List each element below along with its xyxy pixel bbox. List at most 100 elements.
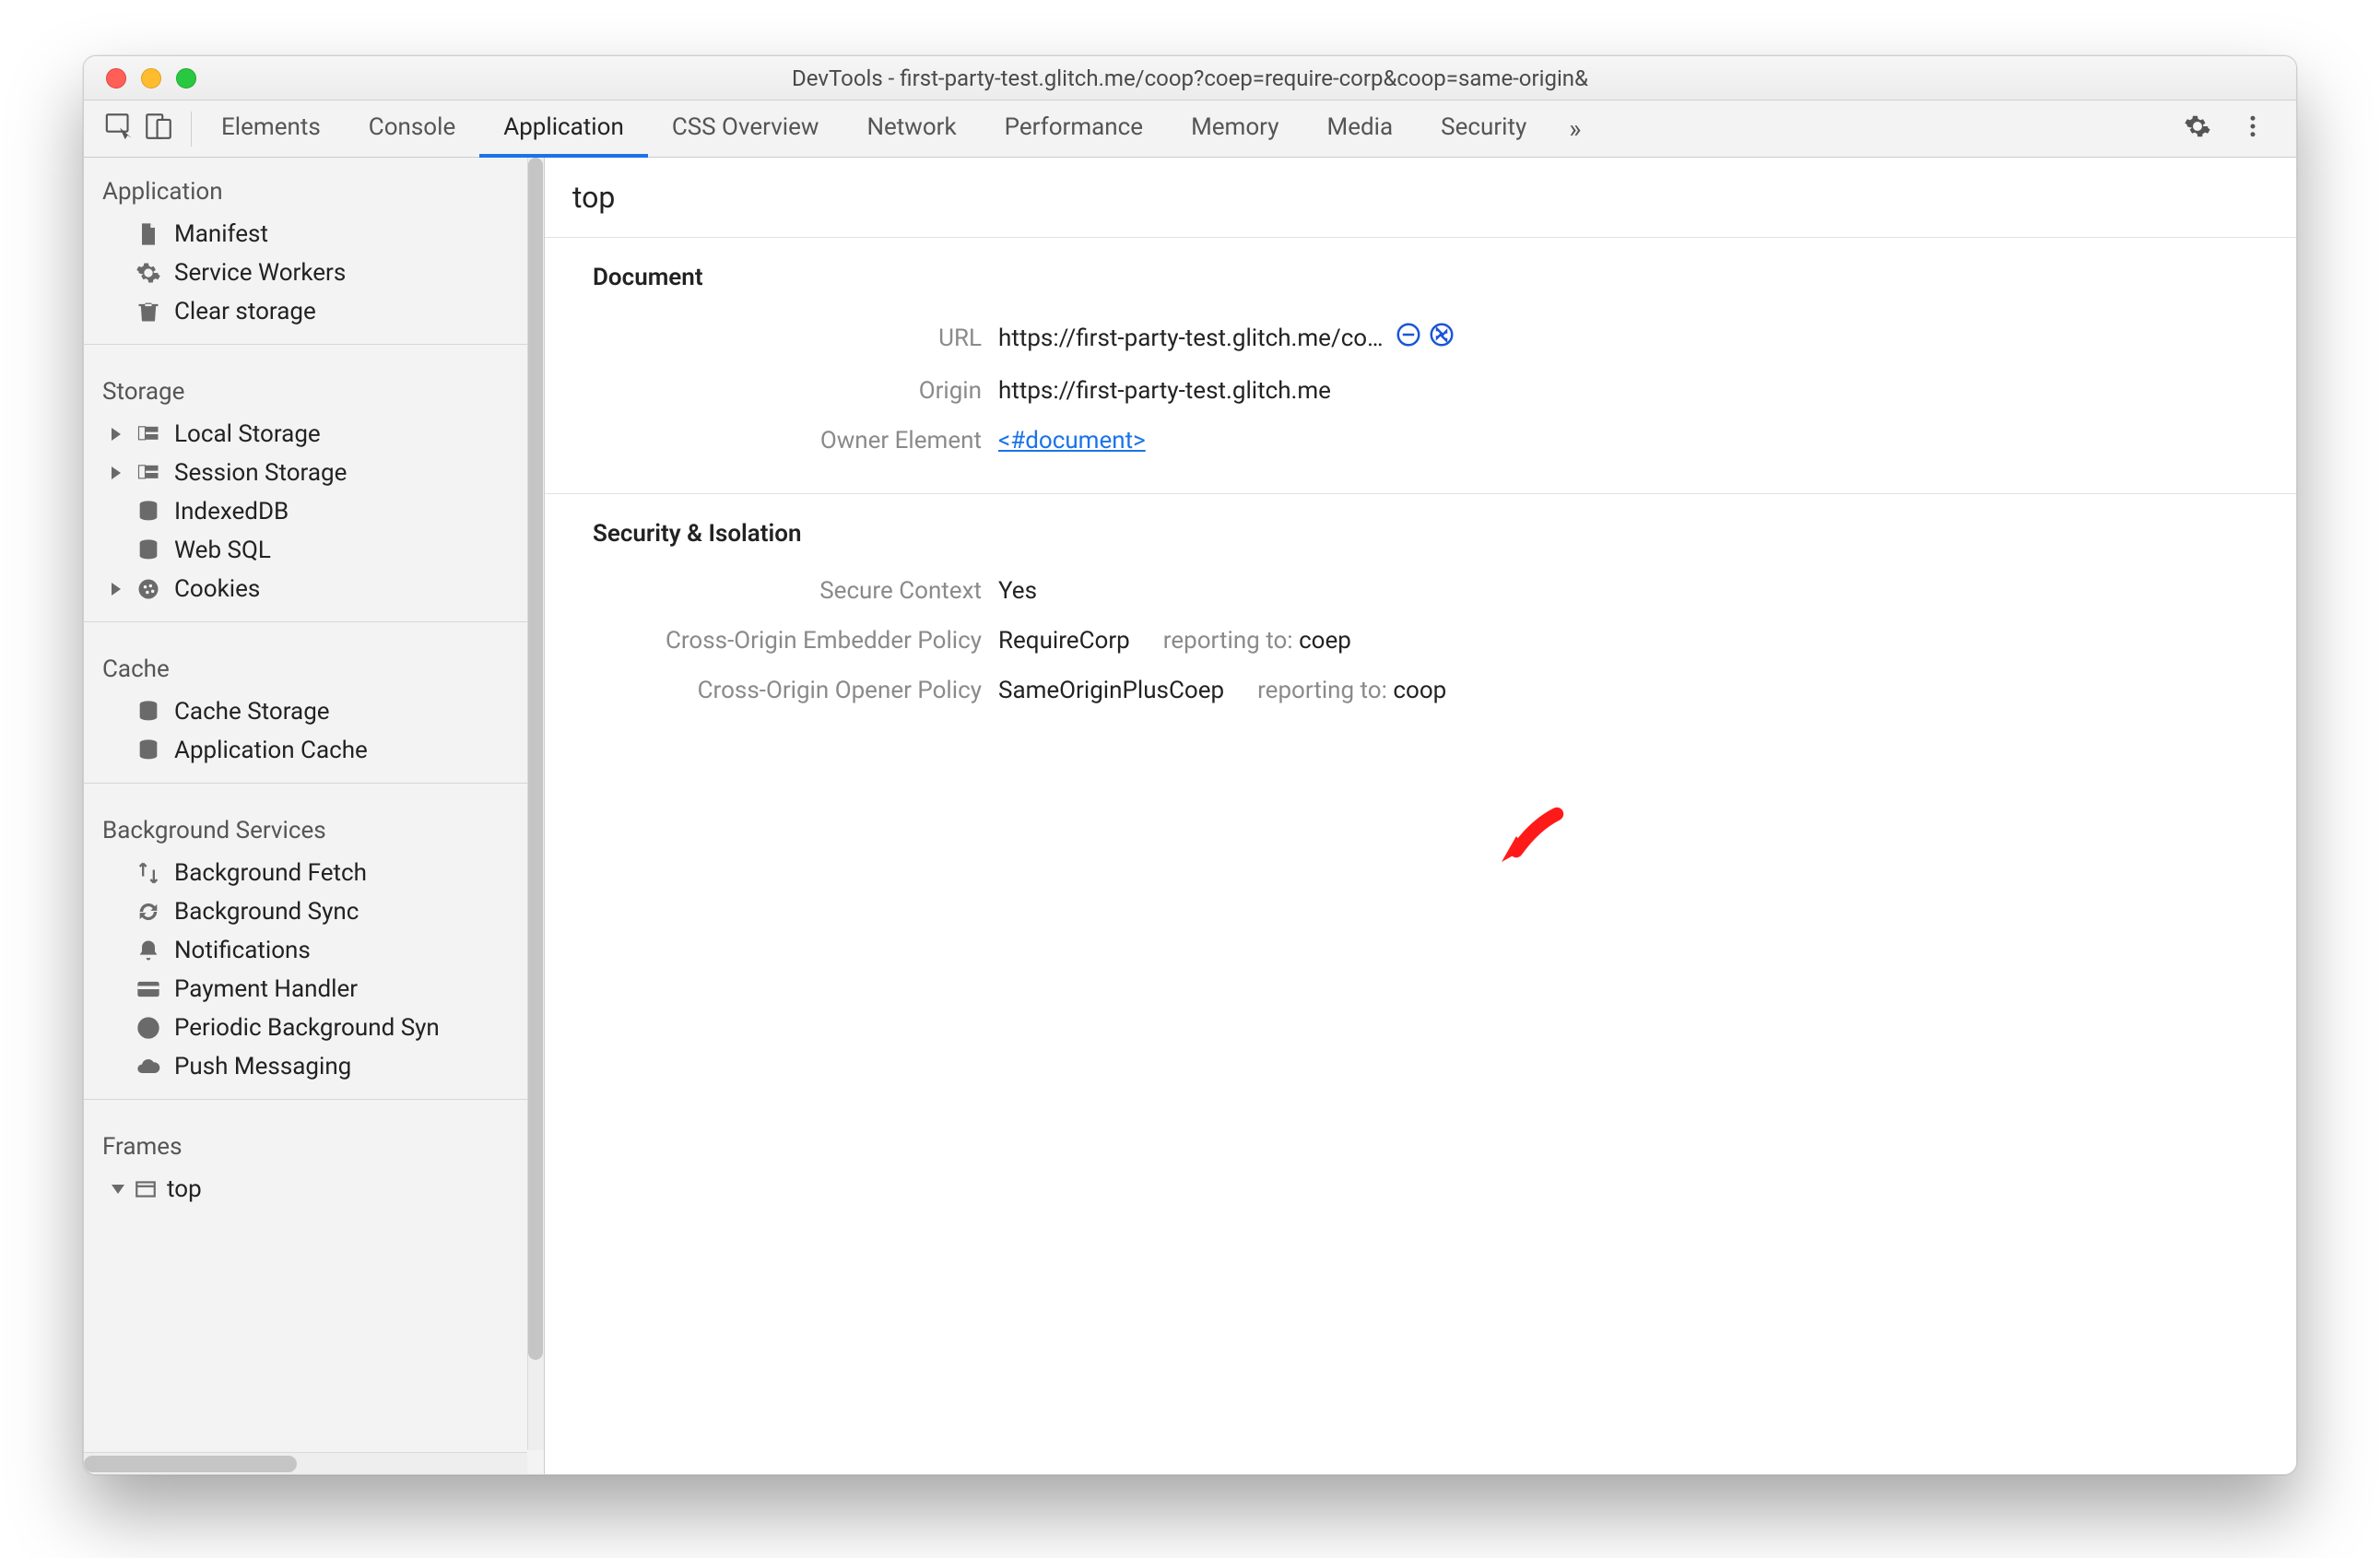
- reveal-icon[interactable]: [1395, 321, 1422, 348]
- sidebar-item-application-cache[interactable]: Application Cache: [84, 731, 544, 770]
- sidebar-item-session-storage[interactable]: Session Storage: [84, 454, 544, 492]
- sidebar-item-label: Session Storage: [174, 459, 347, 487]
- tab-memory[interactable]: Memory: [1167, 100, 1302, 158]
- table-icon: [135, 460, 161, 486]
- sidebar-item-cache-storage[interactable]: Cache Storage: [84, 692, 544, 731]
- row-label: Cross-Origin Opener Policy: [593, 677, 998, 704]
- sidebar-scrollbar-horizontal[interactable]: [84, 1452, 527, 1474]
- sidebar-item-label: Periodic Background Syn: [174, 1014, 440, 1042]
- tab-label: Application: [503, 113, 624, 141]
- scrollbar-thumb[interactable]: [84, 1456, 297, 1472]
- tab-security[interactable]: Security: [1417, 100, 1550, 158]
- sidebar-item-background-fetch[interactable]: Background Fetch: [84, 854, 544, 892]
- panel-header: top: [545, 158, 2296, 238]
- row-coep: Cross-Origin Embedder Policy RequireCorp…: [593, 616, 2296, 666]
- collapse-icon[interactable]: [112, 1185, 124, 1194]
- tab-console[interactable]: Console: [345, 100, 479, 158]
- sidebar-section-storage: Storage: [84, 358, 544, 415]
- database-icon: [135, 499, 161, 525]
- sidebar-item-background-sync[interactable]: Background Sync: [84, 892, 544, 931]
- sidebar-item-label: Application Cache: [174, 737, 368, 764]
- sidebar-item-label: Notifications: [174, 937, 311, 964]
- sidebar-item-payment-handler[interactable]: Payment Handler: [84, 970, 544, 1009]
- tab-network[interactable]: Network: [842, 100, 980, 158]
- bell-icon: [135, 938, 161, 963]
- scrollbar-thumb[interactable]: [528, 158, 543, 1360]
- sidebar-item-label: Payment Handler: [174, 975, 358, 1003]
- tab-label: Elements: [221, 113, 321, 141]
- secure-context-value: Yes: [998, 577, 1037, 605]
- zoom-window-button[interactable]: [176, 68, 196, 89]
- sidebar-item-label: Cache Storage: [174, 698, 330, 726]
- tab-media[interactable]: Media: [1303, 100, 1418, 158]
- cloud-icon: [135, 1054, 161, 1080]
- sidebar-item-label: Cookies: [174, 575, 260, 603]
- coep-value: RequireCorp: [998, 627, 1130, 655]
- sidebar-item-cookies[interactable]: Cookies: [84, 570, 544, 608]
- tab-label: Network: [866, 113, 956, 141]
- trash-icon: [135, 299, 161, 325]
- gear-icon: [135, 260, 161, 286]
- sidebar-item-push-messaging[interactable]: Push Messaging: [84, 1047, 544, 1086]
- sidebar-item-notifications[interactable]: Notifications: [84, 931, 544, 970]
- devtools-window: DevTools - first-party-test.glitch.me/co…: [83, 55, 2297, 1475]
- settings-icon[interactable]: [2184, 112, 2211, 146]
- inspect-element-icon[interactable]: [104, 111, 135, 148]
- traffic-lights: [84, 68, 196, 89]
- tab-application[interactable]: Application: [479, 100, 648, 158]
- sidebar-item-label: Push Messaging: [174, 1053, 351, 1080]
- toolbar-divider: [191, 112, 192, 147]
- device-toolbar-icon[interactable]: [143, 111, 174, 148]
- tab-elements[interactable]: Elements: [197, 100, 345, 158]
- sidebar-scrollbar-vertical[interactable]: [527, 158, 544, 1450]
- expand-icon[interactable]: [112, 428, 121, 441]
- tab-performance[interactable]: Performance: [981, 100, 1167, 158]
- window-title: DevTools - first-party-test.glitch.me/co…: [84, 65, 2296, 91]
- frame-icon: [134, 1177, 158, 1201]
- coep-reporting-value: coep: [1299, 627, 1351, 655]
- network-icon[interactable]: [1428, 321, 1455, 348]
- file-icon: [135, 221, 161, 247]
- toolbar: Elements Console Application CSS Overvie…: [84, 100, 2296, 158]
- titlebar: DevTools - first-party-test.glitch.me/co…: [84, 56, 2296, 100]
- tab-css-overview[interactable]: CSS Overview: [648, 100, 843, 158]
- origin-value: https://first-party-test.glitch.me: [998, 377, 1331, 405]
- annotation-arrow: [1494, 803, 1568, 877]
- sidebar-item-local-storage[interactable]: Local Storage: [84, 415, 544, 454]
- close-window-button[interactable]: [106, 68, 126, 89]
- sidebar-item-label: Clear storage: [174, 298, 316, 325]
- transfer-icon: [135, 860, 161, 886]
- minimize-window-button[interactable]: [141, 68, 161, 89]
- credit-card-icon: [135, 976, 161, 1002]
- coop-reporting-value: coop: [1393, 677, 1446, 704]
- content: Application Manifest Service Workers Cle…: [84, 158, 2296, 1474]
- database-icon: [135, 537, 161, 563]
- sidebar-item-service-workers[interactable]: Service Workers: [84, 254, 544, 292]
- row-label: Cross-Origin Embedder Policy: [593, 627, 998, 655]
- expand-icon[interactable]: [112, 583, 121, 596]
- main-panel: top Document URL https://first-party-tes…: [545, 158, 2296, 1474]
- table-icon: [135, 421, 161, 447]
- sidebar-item-label: IndexedDB: [174, 498, 289, 525]
- clock-icon: [135, 1015, 161, 1041]
- owner-element-link[interactable]: <#document>: [998, 427, 1146, 454]
- sidebar-item-periodic-sync[interactable]: Periodic Background Syn: [84, 1009, 544, 1047]
- cookie-icon: [135, 576, 161, 602]
- row-coop: Cross-Origin Opener Policy SameOriginPlu…: [593, 666, 2296, 715]
- sidebar-item-clear-storage[interactable]: Clear storage: [84, 292, 544, 331]
- row-label: Secure Context: [593, 577, 998, 605]
- sidebar-item-web-sql[interactable]: Web SQL: [84, 531, 544, 570]
- sidebar-item-label: Web SQL: [174, 537, 271, 564]
- expand-icon[interactable]: [112, 466, 121, 479]
- sidebar-section-application: Application: [84, 158, 544, 215]
- sidebar-item-indexeddb[interactable]: IndexedDB: [84, 492, 544, 531]
- tab-label: Performance: [1005, 113, 1143, 141]
- sidebar-item-manifest[interactable]: Manifest: [84, 215, 544, 254]
- group-security: Security & Isolation Secure Context Yes …: [545, 494, 2296, 725]
- sidebar-section-background: Background Services: [84, 797, 544, 854]
- sidebar-item-label: Local Storage: [174, 420, 321, 448]
- url-value: https://first-party-test.glitch.me/co…: [998, 325, 1384, 352]
- kebab-menu-icon[interactable]: [2239, 112, 2267, 146]
- tabs-overflow-icon[interactable]: »: [1550, 113, 1599, 144]
- sidebar-item-frame-top[interactable]: top: [84, 1170, 544, 1209]
